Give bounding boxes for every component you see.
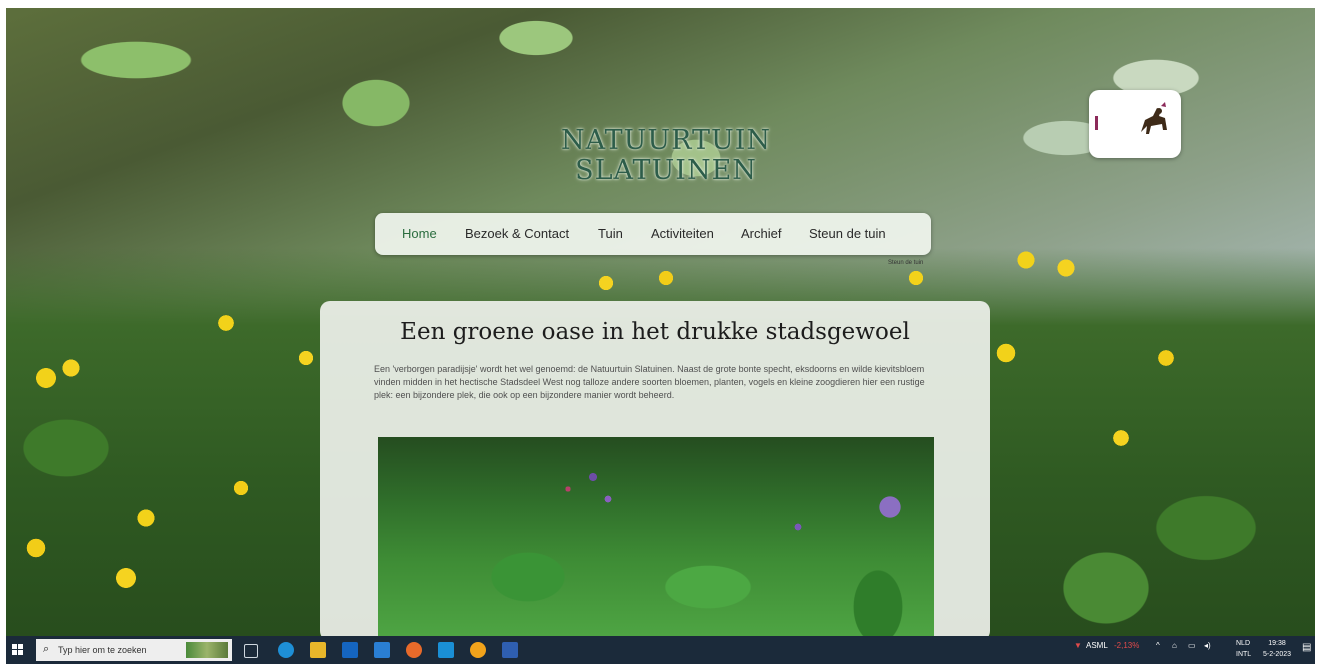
site-title-line1: Natuurtuin [560,125,772,156]
stock-name[interactable]: ASML [1086,641,1108,650]
file-explorer-icon[interactable] [310,642,326,658]
nav-tooltip: Steun de tuin [888,260,924,266]
site-title-line2: Slatuinen [575,155,757,186]
task-view-icon[interactable] [244,644,258,658]
nav-home[interactable]: Home [402,226,437,241]
notification-icon[interactable]: ▤ [1302,642,1311,653]
stock-indicator-icon: ▼ [1074,641,1082,650]
search-icon: ⌕ [43,643,50,655]
clock-time: 19:38 [1268,640,1286,647]
language-indicator[interactable]: NLD INTL [1236,638,1251,660]
garden-photo [378,437,934,636]
clock-date: 5-2-2023 [1262,651,1292,658]
content-card: Een groene oase in het drukke stadsgewoe… [320,301,990,636]
nav-archief[interactable]: Archief [741,226,781,241]
logo-mark [1095,116,1138,130]
search-placeholder: Typ hier om te zoeken [58,645,147,655]
firefox-icon[interactable] [406,642,422,658]
app-icon[interactable] [438,642,454,658]
edge-icon[interactable] [278,642,294,658]
windows-taskbar: ⌕ Typ hier om te zoeken ▼ ASML -2,13% ^ … [6,636,1315,664]
chevron-up-icon[interactable]: ^ [1156,641,1160,650]
horse-icon [1141,102,1167,134]
windows-start-icon[interactable] [12,644,24,656]
display-icon[interactable]: ▭ [1188,641,1196,650]
taskbar-clock[interactable]: 19:38 5-2-2023 [1259,638,1295,660]
lang-layout: INTL [1236,651,1252,658]
speaker-icon[interactable]: ◂) [1204,641,1211,650]
store-icon[interactable] [374,642,390,658]
nav-steun-de-tuin[interactable]: Steun de tuin [809,226,886,241]
main-navigation: Home Bezoek & Contact Tuin Activiteiten … [375,213,931,255]
network-icon[interactable]: ⌂ [1172,641,1177,650]
search-highlight-image [186,642,228,658]
stock-change: -2,13% [1114,641,1140,650]
word-icon[interactable] [502,642,518,658]
site-title[interactable]: Natuurtuin Slatuinen [526,126,806,186]
partner-logo[interactable] [1089,90,1181,158]
chrome-icon[interactable] [470,642,486,658]
taskbar-search[interactable]: ⌕ Typ hier om te zoeken [36,639,232,661]
browser-viewport: Natuurtuin Slatuinen Home Bezoek & Conta… [6,8,1315,636]
nav-tuin[interactable]: Tuin [598,226,623,241]
lang-code: NLD [1236,640,1251,647]
outlook-icon[interactable] [342,642,358,658]
page-heading: Een groene oase in het drukke stadsgewoe… [400,319,910,345]
nav-activiteiten[interactable]: Activiteiten [651,226,714,241]
nav-bezoek-contact[interactable]: Bezoek & Contact [465,226,569,241]
intro-paragraph: Een 'verborgen paradijsje' wordt het wel… [374,364,925,400]
